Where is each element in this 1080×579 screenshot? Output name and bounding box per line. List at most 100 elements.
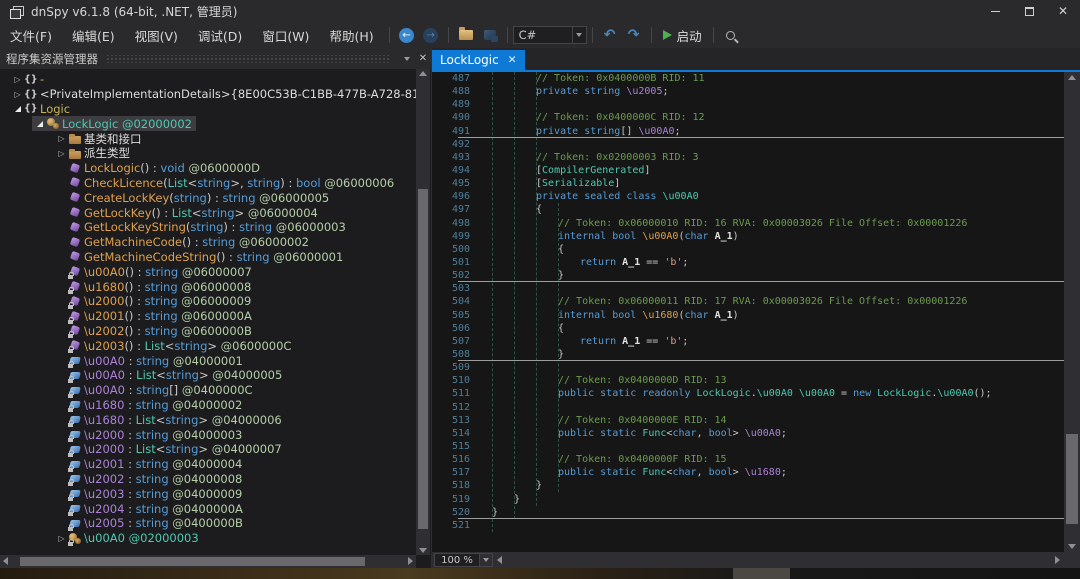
menu-item[interactable]: 调试(D) <box>188 22 252 48</box>
tree-node[interactable]: {}Logic <box>0 102 416 117</box>
tree-node[interactable]: \u2000 : List<string> @04000007 <box>0 442 416 457</box>
tree-node[interactable]: \u2000 : string @04000003 <box>0 427 416 442</box>
tree-node[interactable]: \u2001() : string @0600000A <box>0 309 416 324</box>
minimize-button[interactable] <box>978 0 1012 22</box>
tree-node[interactable]: ▷{}<PrivateImplementationDetails>{8E00C5… <box>0 87 416 102</box>
field-icon <box>68 472 84 485</box>
tree-node[interactable]: \u2004 : string @0400000A <box>0 501 416 516</box>
text-segment: : <box>124 487 135 501</box>
zoom-dropdown-button[interactable] <box>480 553 493 567</box>
scroll-up-icon[interactable] <box>1068 75 1076 80</box>
tree-node[interactable]: \u1680 : List<string> @04000006 <box>0 412 416 427</box>
tree-hscroll-thumb[interactable] <box>20 557 365 566</box>
text-segment: string <box>145 294 178 308</box>
code-line: 521 <box>432 519 1064 532</box>
tree-node[interactable]: \u2003 : string @04000009 <box>0 486 416 501</box>
expand-icon[interactable]: ▷ <box>55 134 68 143</box>
open-button[interactable] <box>454 24 478 46</box>
tree-node[interactable]: CheckLicence(List<string>, string) : boo… <box>0 176 416 191</box>
tree-node-label: \u2004 : string @0400000A <box>84 502 243 516</box>
scroll-down-icon[interactable] <box>1068 544 1076 549</box>
editor-vertical-scrollbar[interactable] <box>1064 72 1080 552</box>
tree-node[interactable]: CreateLockKey(string) : string @06000005 <box>0 190 416 205</box>
menu-item[interactable]: 视图(V) <box>125 22 188 48</box>
tab-close-icon[interactable]: ✕ <box>508 54 517 66</box>
tree-node[interactable]: \u00A0 : string[] @0400000C <box>0 383 416 398</box>
expand-icon[interactable]: ▷ <box>55 149 68 158</box>
collapse-icon[interactable] <box>11 106 24 112</box>
text-segment: \u00A0 <box>638 126 674 137</box>
tree-horizontal-scrollbar[interactable] <box>0 555 416 568</box>
language-combo[interactable]: C# <box>513 26 587 44</box>
text-segment: : <box>124 398 135 412</box>
scroll-right-icon[interactable] <box>1055 556 1060 564</box>
nav-forward-button[interactable]: → <box>419 24 443 46</box>
tree-node[interactable]: \u00A0 : string @04000001 <box>0 353 416 368</box>
tree-vertical-scrollbar[interactable] <box>416 69 430 555</box>
start-button[interactable]: 启动 <box>657 24 708 46</box>
scroll-down-icon[interactable] <box>419 548 427 553</box>
code-text: private string[] \u00A0; <box>536 125 681 138</box>
text-segment: return <box>580 336 616 347</box>
tree-node[interactable]: ▷派生类型 <box>0 146 416 161</box>
redo-button[interactable]: ↷ <box>622 24 646 46</box>
text-segment: () : <box>152 206 172 220</box>
tree-node[interactable]: GetMachineCode() : string @06000002 <box>0 235 416 250</box>
editor-horizontal-scrollbar[interactable] <box>493 552 1064 568</box>
panel-close-button[interactable]: ✕ <box>415 51 431 67</box>
text-segment: >, <box>230 176 247 190</box>
tree-node[interactable]: \u2000() : string @06000009 <box>0 294 416 309</box>
scroll-left-icon[interactable] <box>3 557 8 565</box>
scroll-right-icon[interactable] <box>408 557 413 565</box>
tree-node[interactable]: GetMachineCodeString() : string @0600000… <box>0 250 416 265</box>
menu-item[interactable]: 帮助(H) <box>319 22 383 48</box>
expand-icon[interactable]: ▷ <box>11 75 24 84</box>
close-button[interactable]: ✕ <box>1046 0 1080 22</box>
panel-menu-button[interactable] <box>399 51 415 67</box>
tree-node[interactable]: GetLockKeyString(string) : string @06000… <box>0 220 416 235</box>
tree-node[interactable]: \u2002 : string @04000008 <box>0 472 416 487</box>
nav-back-button[interactable]: ← <box>395 24 419 46</box>
collapse-icon[interactable] <box>33 121 46 127</box>
menu-item[interactable]: 窗口(W) <box>252 22 319 48</box>
menu-item[interactable]: 编辑(E) <box>62 22 125 48</box>
line-number: 516 <box>432 453 470 466</box>
zoom-level-combo[interactable]: 100 % <box>434 553 480 567</box>
tree-node[interactable]: \u2001 : string @04000004 <box>0 457 416 472</box>
text-segment: @04000007 <box>212 442 282 456</box>
scroll-up-icon[interactable] <box>419 71 427 76</box>
editor-vscroll-thumb[interactable] <box>1066 434 1078 524</box>
tree-node[interactable]: \u1680() : string @06000008 <box>0 279 416 294</box>
scroll-left-icon[interactable] <box>497 556 502 564</box>
expand-icon[interactable]: ▷ <box>55 534 68 543</box>
tree-node[interactable]: \u2003() : List<string> @0600000C <box>0 338 416 353</box>
text-segment: @0600000B <box>181 324 252 338</box>
reload-button[interactable] <box>478 24 502 46</box>
tree-node[interactable]: LockLogic @02000002 <box>0 116 416 131</box>
tree-node[interactable]: \u00A0 : List<string> @04000005 <box>0 368 416 383</box>
tree-node-label: CreateLockKey(string) : string @06000005 <box>84 191 329 205</box>
tree-node[interactable]: ▷{}- <box>0 72 416 87</box>
tree-node[interactable]: ▷基类和接口 <box>0 131 416 146</box>
tree-node-label: \u2001() : string @0600000A <box>84 309 252 323</box>
tree-node[interactable]: \u2002() : string @0600000B <box>0 324 416 339</box>
tab-locklogic[interactable]: LockLogic ✕ <box>432 50 525 70</box>
tree-vscroll-thumb[interactable] <box>418 189 428 529</box>
tree-node[interactable]: \u2005 : string @0400000B <box>0 516 416 531</box>
assembly-tree[interactable]: ▷{}-▷{}<PrivateImplementationDetails>{8E… <box>0 69 416 555</box>
restore-button[interactable] <box>1012 0 1046 22</box>
tree-node[interactable]: \u00A0() : string @06000007 <box>0 264 416 279</box>
text-segment: string <box>237 250 270 264</box>
menu-item[interactable]: 文件(F) <box>0 22 62 48</box>
tree-node[interactable]: \u1680 : string @04000002 <box>0 398 416 413</box>
tree-node[interactable]: ▷\u00A0 @02000003 <box>0 531 416 546</box>
taskbar-item[interactable] <box>733 568 790 579</box>
tree-node[interactable]: GetLockKey() : List<string> @06000004 <box>0 205 416 220</box>
search-button[interactable] <box>719 24 743 46</box>
tree-node[interactable]: LockLogic() : void @0600000D <box>0 161 416 176</box>
combo-dropdown-button[interactable] <box>572 27 586 43</box>
undo-button[interactable]: ↶ <box>598 24 622 46</box>
code-view[interactable]: 487// Token: 0x0400000B RID: 11488privat… <box>432 72 1064 552</box>
expand-icon[interactable]: ▷ <box>11 90 24 99</box>
text-segment: string <box>190 220 223 234</box>
